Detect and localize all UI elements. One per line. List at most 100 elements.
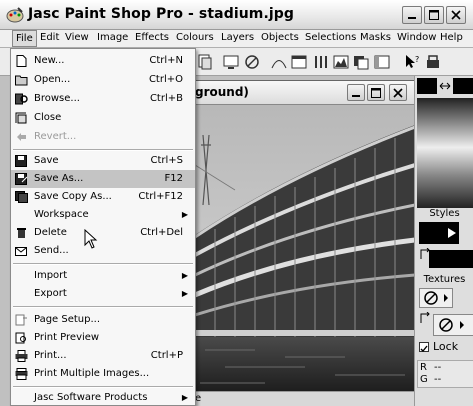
maximize-icon	[371, 88, 381, 98]
menu-item-save[interactable]: Save Ctrl+S	[11, 152, 195, 170]
materials-palette: Styles Textures Lock R -- G --	[414, 76, 473, 406]
menu-item-browse[interactable]: Browse... Ctrl+B	[11, 90, 195, 108]
delete-icon	[17, 228, 26, 238]
menu-item-print-multiple[interactable]: Print Multiple Images...	[11, 365, 195, 383]
menu-separator	[13, 263, 193, 265]
no-texture-icon	[424, 291, 448, 305]
menu-selections[interactable]: Selections	[302, 32, 359, 43]
menu-item-print-preview[interactable]: Print Preview	[11, 329, 195, 347]
doc-maximize-button[interactable]	[367, 84, 385, 101]
page-setup-icon	[15, 314, 27, 326]
r-value: --	[434, 362, 442, 373]
menu-file[interactable]: File	[12, 30, 37, 47]
texture-foreground-swatch[interactable]	[419, 288, 453, 308]
swap-arrows-icon[interactable]	[439, 80, 451, 92]
menu-colours[interactable]: Colours	[173, 32, 217, 43]
menu-effects[interactable]: Effects	[132, 32, 172, 43]
close-icon	[393, 88, 403, 98]
document-title: ground)	[195, 85, 249, 99]
menu-item-send[interactable]: Send...	[11, 242, 195, 260]
window-tool-icon[interactable]	[290, 53, 308, 71]
color-spectrum[interactable]	[417, 98, 473, 208]
menu-item-delete[interactable]: Delete Ctrl+Del	[11, 224, 195, 242]
save-icon	[15, 155, 27, 167]
revert-icon	[17, 133, 26, 141]
menu-item-print[interactable]: Print... Ctrl+P	[11, 347, 195, 365]
menu-item-revert: Revert...	[11, 128, 195, 146]
g-value: --	[434, 374, 442, 385]
monitor-icon[interactable]	[222, 53, 240, 71]
submenu-arrow-icon: ▶	[181, 393, 188, 402]
menu-item-page-setup[interactable]: Page Setup...	[11, 311, 195, 329]
r-label: R	[420, 362, 427, 373]
document-status-bar: e	[187, 391, 415, 406]
curve-tool-icon[interactable]	[270, 53, 288, 71]
open-folder-icon	[15, 75, 28, 86]
swap-textures-icon[interactable]	[419, 312, 431, 324]
paint-palette-icon	[6, 7, 24, 23]
menu-layers[interactable]: Layers	[218, 32, 257, 43]
foreground-swatch[interactable]	[417, 78, 437, 94]
menu-item-open[interactable]: Open... Ctrl+O	[11, 71, 195, 89]
menu-separator	[13, 386, 193, 388]
background-swatch[interactable]	[453, 78, 473, 94]
no-entry-icon[interactable]	[243, 53, 261, 71]
texture-background-swatch[interactable]	[433, 314, 473, 336]
file-menu: New... Ctrl+N Open... Ctrl+O Browse... C…	[10, 48, 196, 406]
minimize-button[interactable]	[402, 6, 422, 24]
histogram-icon[interactable]	[332, 53, 350, 71]
menu-item-close[interactable]: Close	[11, 109, 195, 127]
levels-icon[interactable]	[312, 53, 330, 71]
document-window[interactable]: ground) e	[186, 80, 415, 406]
send-mail-icon	[15, 247, 27, 256]
stadium-photo[interactable]	[195, 105, 415, 391]
menu-edit[interactable]: Edit	[37, 32, 62, 43]
menu-item-save-as[interactable]: Save As... F12	[11, 170, 195, 188]
mouse-pointer-icon	[84, 229, 98, 249]
save-as-icon	[15, 173, 28, 185]
print-preview-icon	[15, 332, 26, 344]
styles-foreground-swatch[interactable]	[419, 222, 459, 244]
menu-objects[interactable]: Objects	[258, 32, 302, 43]
g-label: G	[420, 374, 428, 385]
script-icon[interactable]	[424, 53, 442, 71]
menu-item-new[interactable]: New... Ctrl+N	[11, 52, 195, 70]
menu-window[interactable]: Window	[394, 32, 439, 43]
menu-item-save-copy-as[interactable]: Save Copy As... Ctrl+F12	[11, 188, 195, 206]
close-icon	[451, 10, 461, 20]
menu-view[interactable]: View	[62, 32, 92, 43]
save-copy-icon	[15, 191, 28, 203]
browse-icon	[15, 93, 28, 105]
document-title-bar[interactable]: ground)	[187, 81, 415, 105]
color-readout: R -- G --	[417, 360, 473, 388]
menu-item-jasc-products[interactable]: Jasc Software Products ▶	[11, 389, 195, 406]
layers-icon[interactable]	[352, 53, 370, 71]
submenu-arrow-icon: ▶	[181, 271, 188, 280]
minimize-icon	[352, 95, 360, 97]
doc-minimize-button[interactable]	[347, 84, 365, 101]
styles-background-swatch[interactable]	[429, 250, 473, 268]
menu-item-import[interactable]: Import ▶	[11, 267, 195, 285]
maximize-icon	[429, 10, 439, 20]
menu-image[interactable]: Image	[94, 32, 131, 43]
textures-label: Textures	[423, 274, 466, 285]
copy-tool-icon[interactable]	[196, 53, 214, 71]
close-button[interactable]	[446, 6, 466, 24]
doc-close-button[interactable]	[389, 84, 407, 101]
menu-item-workspace[interactable]: Workspace ▶	[11, 206, 195, 224]
panel-icon[interactable]	[373, 53, 391, 71]
lock-checkbox[interactable]	[419, 342, 429, 353]
printer-icon	[15, 350, 28, 362]
help-pointer-icon[interactable]: ?	[403, 53, 421, 71]
window-title: Jasc Paint Shop Pro - stadium.jpg	[28, 6, 295, 22]
maximize-button[interactable]	[424, 6, 444, 24]
lock-label: Lock	[433, 340, 459, 353]
submenu-arrow-icon: ▶	[181, 289, 188, 298]
menu-masks[interactable]: Masks	[357, 32, 394, 43]
menu-item-export[interactable]: Export ▶	[11, 285, 195, 303]
menu-help[interactable]: Help	[437, 32, 466, 43]
close-document-icon	[15, 112, 27, 124]
minimize-icon	[408, 17, 416, 19]
title-bar: Jasc Paint Shop Pro - stadium.jpg	[0, 0, 473, 30]
menu-bar: File Edit View Image Effects Colours Lay…	[0, 30, 473, 48]
